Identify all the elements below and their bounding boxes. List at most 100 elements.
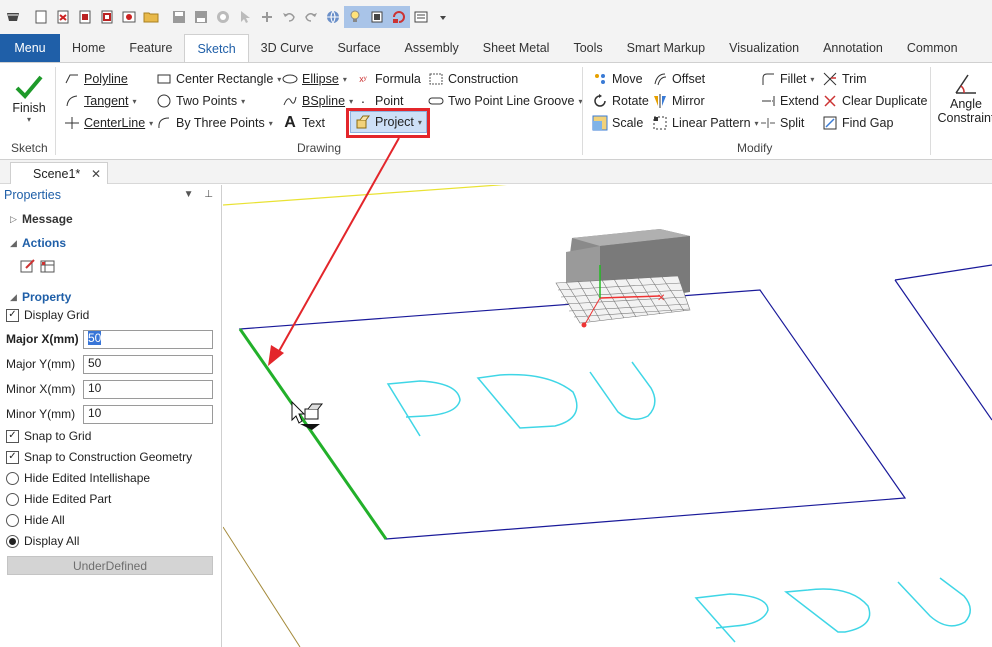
ellipse-button[interactable]: Ellipse ▾ — [282, 69, 347, 89]
formula-button[interactable]: xʸ Formula — [355, 69, 421, 89]
message-section[interactable]: ▷ Message — [0, 212, 73, 226]
new-file-icon[interactable] — [30, 6, 52, 28]
finish-button[interactable]: Finish ▾ — [10, 73, 48, 124]
clear-duplicate-button[interactable]: Clear Duplicate — [822, 91, 927, 111]
center-rectangle-button[interactable]: Center Rectangle ▾ — [156, 69, 281, 89]
3d-viewport[interactable]: ✕ — [223, 185, 992, 647]
second-plane-outline — [894, 264, 992, 421]
extend-button[interactable]: Extend — [760, 91, 819, 111]
mirror-button[interactable]: Mirror — [652, 91, 705, 111]
property-heading: Property — [22, 290, 72, 304]
tab-smart-markup[interactable]: Smart Markup — [615, 34, 718, 62]
split-button[interactable]: Split — [760, 113, 804, 133]
centerline-icon — [64, 115, 80, 131]
save-all-icon[interactable] — [212, 6, 234, 28]
collapsed-arrow-icon: ▷ — [10, 213, 17, 224]
pin-icon[interactable]: ⊥ — [204, 189, 213, 200]
tab-tools[interactable]: Tools — [561, 34, 614, 62]
offset-button[interactable]: Offset — [652, 69, 705, 89]
rotate-button[interactable]: Rotate — [592, 91, 649, 111]
major-y-input[interactable]: 50 — [83, 355, 213, 374]
hide-all-radio[interactable]: Hide All — [0, 513, 65, 527]
underdefined-status-button[interactable]: UnderDefined — [7, 556, 213, 575]
tab-surface[interactable]: Surface — [325, 34, 392, 62]
edit-action-icon[interactable] — [20, 258, 36, 277]
view-icon[interactable] — [366, 6, 388, 28]
minor-y-input[interactable]: 10 — [83, 405, 213, 424]
open-folder-icon[interactable] — [140, 6, 162, 28]
actions-section[interactable]: ◢ Actions — [0, 236, 66, 250]
close-icon[interactable]: ✕ — [91, 167, 101, 181]
group-separator — [930, 67, 931, 155]
by-three-points-button[interactable]: By Three Points ▾ — [156, 113, 273, 133]
display-grid-checkbox[interactable]: ✓ Display Grid — [0, 308, 89, 322]
tab-sheet-metal[interactable]: Sheet Metal — [471, 34, 562, 62]
find-gap-button[interactable]: Find Gap — [822, 113, 893, 133]
tab-menu[interactable]: Menu — [0, 34, 60, 62]
app-logo-icon[interactable] — [2, 6, 24, 28]
radio-off-icon — [6, 471, 19, 485]
properties-title: Properties — [4, 188, 61, 202]
document-tab-scene1[interactable]: Scene1* ✕ — [10, 162, 108, 184]
table-action-icon[interactable] — [40, 258, 56, 277]
extend-label: Extend — [780, 94, 819, 108]
trim-button[interactable]: Trim — [822, 69, 867, 89]
polyline-button[interactable]: Polyline — [64, 69, 128, 89]
snap-to-grid-checkbox[interactable]: ✓ Snap to Grid — [0, 429, 91, 443]
rotate-icon — [592, 93, 608, 109]
angle-constraint-button[interactable]: Angle Constraint — [936, 71, 992, 125]
property-section[interactable]: ◢ Property — [0, 290, 71, 304]
move-button[interactable]: Move — [592, 69, 643, 89]
new-assembly-icon[interactable] — [74, 6, 96, 28]
hide-edited-intellishape-radio[interactable]: Hide Edited Intellishape — [0, 471, 150, 485]
panel-dropdown-icon[interactable]: ▼ — [184, 189, 194, 200]
major-x-input[interactable]: 50 — [83, 330, 213, 349]
tab-sketch[interactable]: Sketch — [184, 34, 249, 62]
ellipse-icon — [282, 71, 298, 87]
minor-x-input[interactable]: 10 — [83, 380, 213, 399]
light-bulb-icon[interactable] — [344, 6, 366, 28]
refresh-icon[interactable] — [388, 6, 410, 28]
split-label: Split — [780, 116, 805, 130]
tab-common[interactable]: Common — [895, 34, 970, 62]
new-drawing-icon[interactable] — [96, 6, 118, 28]
globe-icon[interactable] — [322, 6, 344, 28]
redo-icon[interactable] — [300, 6, 322, 28]
tab-annotation[interactable]: Annotation — [811, 34, 895, 62]
text-button[interactable]: A Text — [282, 113, 325, 133]
tangent-button[interactable]: Tangent ▾ — [64, 91, 137, 111]
bspline-button[interactable]: BSpline ▾ — [282, 91, 353, 111]
scale-button[interactable]: Scale — [592, 113, 643, 133]
center-rectangle-dropdown-icon: ▾ — [277, 74, 282, 84]
customize-dropdown-icon[interactable] — [432, 6, 454, 28]
hide-edited-part-radio[interactable]: Hide Edited Part — [0, 492, 111, 506]
linear-pattern-button[interactable]: Linear Pattern ▾ — [652, 113, 759, 133]
trim-label: Trim — [842, 72, 867, 86]
display-all-radio[interactable]: Display All — [0, 534, 79, 548]
new-part-icon[interactable] — [52, 6, 74, 28]
save-icon[interactable] — [168, 6, 190, 28]
by-three-points-label: By Three Points — [176, 116, 265, 130]
snap-to-construction-checkbox[interactable]: ✓ Snap to Construction Geometry — [0, 450, 192, 464]
window-list-icon[interactable] — [410, 6, 432, 28]
scale-label: Scale — [612, 116, 644, 130]
tab-3d-curve[interactable]: 3D Curve — [249, 34, 326, 62]
tab-home[interactable]: Home — [60, 34, 117, 62]
tab-assembly[interactable]: Assembly — [393, 34, 471, 62]
undo-icon[interactable] — [278, 6, 300, 28]
tab-feature[interactable]: Feature — [117, 34, 184, 62]
fillet-button[interactable]: Fillet ▾ — [760, 69, 814, 89]
pick-icon[interactable] — [234, 6, 256, 28]
drawing-group-label: Drawing — [297, 141, 342, 155]
add-icon[interactable] — [256, 6, 278, 28]
brown-axis-line — [223, 526, 301, 647]
new-sheet-icon[interactable] — [118, 6, 140, 28]
two-points-button[interactable]: Two Points ▾ — [156, 91, 245, 111]
tab-visualization[interactable]: Visualization — [717, 34, 811, 62]
two-point-line-groove-button[interactable]: Two Point Line Groove ▾ — [428, 91, 582, 111]
panel-controls: ▼ ⊥ — [184, 189, 213, 200]
save-as-icon[interactable] — [190, 6, 212, 28]
centerline-button[interactable]: CenterLine ▾ — [64, 113, 153, 133]
construction-button[interactable]: Construction — [428, 69, 518, 89]
point-label: Point — [375, 94, 404, 108]
